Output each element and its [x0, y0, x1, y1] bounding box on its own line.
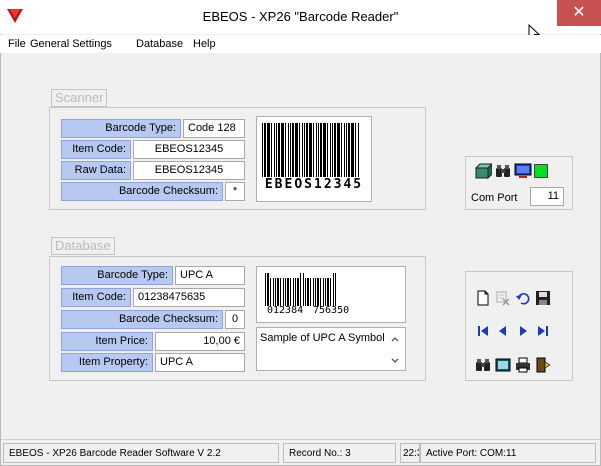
- status-software-version: EBEOS - XP26 Barcode Reader Software V 2…: [3, 443, 279, 463]
- db-barcode-type-label: Barcode Type:: [61, 266, 173, 285]
- device-icon[interactable]: [474, 162, 492, 180]
- scanner-raw-data-label: Raw Data:: [61, 161, 131, 180]
- db-barcode-image: [265, 273, 355, 306]
- menu-general-settings[interactable]: General Settings: [30, 37, 112, 51]
- scanner-barcode-text: EBEOS12345: [264, 177, 364, 192]
- status-record-number: Record No.: 3: [283, 443, 396, 463]
- com-port-field[interactable]: 11: [530, 187, 564, 206]
- scanner-barcode-image: [262, 123, 366, 177]
- scanner-checksum-label: Barcode Checksum:: [61, 182, 223, 201]
- db-description-text: Sample of UPC A Symbol: [260, 332, 385, 344]
- scanner-item-code-label: Item Code:: [61, 140, 131, 159]
- last-record-icon[interactable]: [534, 322, 552, 340]
- window-title: EBEOS - XP26 "Barcode Reader": [202, 9, 399, 24]
- scanner-checksum-field[interactable]: *: [225, 182, 245, 201]
- undo-icon[interactable]: [514, 289, 532, 307]
- db-checksum-label: Barcode Checksum:: [61, 310, 223, 329]
- menu-file[interactable]: File: [8, 37, 26, 51]
- db-item-property-label: Item Property:: [61, 353, 153, 372]
- status-active-port: Active Port: COM:11: [420, 443, 596, 463]
- first-record-icon[interactable]: [474, 322, 492, 340]
- exit-icon[interactable]: [534, 356, 552, 374]
- barcode-bar: [359, 123, 360, 177]
- db-item-property-field[interactable]: UPC A: [155, 353, 245, 372]
- db-barcode-type-field[interactable]: UPC A: [175, 266, 245, 285]
- db-item-code-label: Item Code:: [61, 288, 131, 307]
- scanner-legend: Scanner: [51, 89, 108, 107]
- db-item-code-field[interactable]: 01238475635: [133, 288, 245, 307]
- print-icon[interactable]: [514, 356, 532, 374]
- db-item-price-field[interactable]: 10,00 €: [155, 332, 245, 351]
- menu-help[interactable]: Help: [193, 37, 216, 51]
- next-record-icon[interactable]: [514, 322, 532, 340]
- scroll-down-icon[interactable]: [389, 355, 401, 367]
- db-barcode-text-right: 756350: [313, 305, 350, 316]
- menu-database[interactable]: Database: [136, 37, 183, 51]
- database-legend: Database: [51, 237, 115, 255]
- db-checksum-field[interactable]: 0: [225, 310, 245, 329]
- com-port-label: Com Port: [471, 192, 518, 204]
- barcode-bar: [336, 278, 337, 306]
- find-record-icon[interactable]: [474, 356, 492, 374]
- save-icon[interactable]: [534, 289, 552, 307]
- connection-status-indicator: [534, 164, 548, 178]
- scanner-barcode-type-label: Barcode Type:: [61, 119, 181, 138]
- table-view-icon[interactable]: [494, 356, 512, 374]
- close-button[interactable]: ✕: [557, 0, 601, 26]
- monitor-icon[interactable]: [514, 162, 532, 180]
- status-time: 22:39: [400, 443, 420, 463]
- delete-record-icon[interactable]: [494, 289, 512, 307]
- scanner-barcode-type-field[interactable]: Code 128: [183, 119, 245, 138]
- db-barcode-text-left: 012384: [267, 305, 304, 316]
- previous-record-icon[interactable]: [494, 322, 512, 340]
- db-item-price-label: Item Price:: [61, 332, 153, 351]
- scroll-up-icon[interactable]: [389, 333, 401, 345]
- binoculars-icon[interactable]: [494, 162, 512, 180]
- scanner-raw-data-field[interactable]: EBEOS12345: [133, 161, 245, 180]
- scanner-item-code-field[interactable]: EBEOS12345: [133, 140, 245, 159]
- new-record-icon[interactable]: [474, 289, 492, 307]
